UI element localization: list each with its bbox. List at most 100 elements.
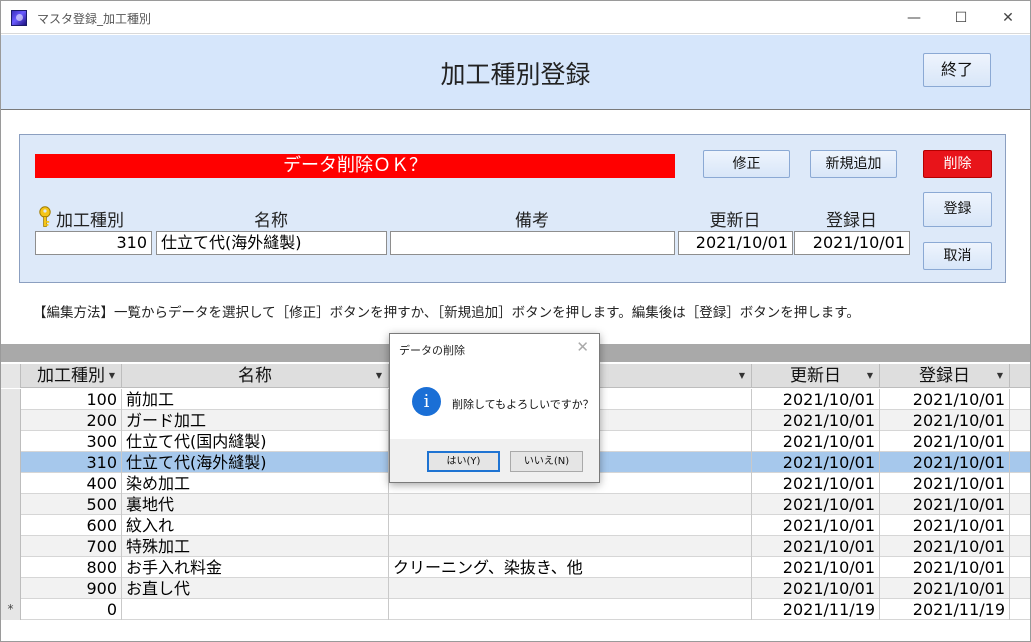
cell-updated[interactable]: 2021/10/01 <box>752 473 880 494</box>
add-new-button[interactable]: 新規追加 <box>810 150 897 178</box>
cell-type[interactable]: 700 <box>21 536 122 557</box>
cell-name[interactable]: 特殊加工 <box>122 536 389 557</box>
cell-updated[interactable]: 2021/10/01 <box>752 536 880 557</box>
row-selector[interactable] <box>1 410 21 431</box>
cell-name[interactable]: お手入れ料金 <box>122 557 389 578</box>
cell-note[interactable] <box>389 578 752 599</box>
cell-name[interactable]: お直し代 <box>122 578 389 599</box>
row-selector[interactable] <box>1 452 21 473</box>
column-header-label: 名称 <box>238 366 272 386</box>
row-selector[interactable] <box>1 515 21 536</box>
cell-registered[interactable]: 2021/10/01 <box>880 578 1010 599</box>
cell-updated[interactable]: 2021/10/01 <box>752 578 880 599</box>
cell-type[interactable]: 800 <box>21 557 122 578</box>
cell-updated[interactable]: 2021/10/01 <box>752 431 880 452</box>
end-button[interactable]: 終了 <box>923 53 991 87</box>
cell-registered[interactable]: 2021/10/01 <box>880 473 1010 494</box>
cell-note[interactable]: クリーニング、染抜き、他 <box>389 557 752 578</box>
cell-registered[interactable]: 2021/10/01 <box>880 536 1010 557</box>
name-field[interactable]: 仕立て代(海外縫製) <box>156 231 387 255</box>
table-row[interactable]: 600 紋入れ 2021/10/01 2021/10/01 <box>1 515 1030 536</box>
table-row[interactable]: * 0 2021/11/19 2021/11/19 <box>1 599 1030 620</box>
delete-button[interactable]: 削除 <box>923 150 992 178</box>
cell-name[interactable] <box>122 599 389 620</box>
cell-updated[interactable]: 2021/10/01 <box>752 515 880 536</box>
no-button[interactable]: いいえ(N) <box>510 451 583 472</box>
row-selector[interactable] <box>1 557 21 578</box>
cell-type[interactable]: 310 <box>21 452 122 473</box>
table-row[interactable]: 500 裏地代 2021/10/01 2021/10/01 <box>1 494 1030 515</box>
registered-field[interactable]: 2021/10/01 <box>794 231 910 255</box>
column-header-updated[interactable]: 更新日 ▼ <box>752 364 880 388</box>
app-icon <box>11 10 27 26</box>
column-header-registered[interactable]: 登録日 ▼ <box>880 364 1010 388</box>
cell-type[interactable]: 300 <box>21 431 122 452</box>
cell-type[interactable]: 900 <box>21 578 122 599</box>
maximize-icon[interactable]: ☐ <box>946 7 976 29</box>
cell-type[interactable]: 100 <box>21 389 122 410</box>
dropdown-arrow-icon[interactable]: ▼ <box>739 364 745 388</box>
cell-updated[interactable]: 2021/10/01 <box>752 410 880 431</box>
cell-note[interactable] <box>389 494 752 515</box>
dialog-footer: はい(Y) いいえ(N) <box>390 439 599 482</box>
note-field[interactable] <box>390 231 675 255</box>
row-selector[interactable] <box>1 389 21 410</box>
row-selector[interactable]: * <box>1 599 21 620</box>
table-row[interactable]: 900 お直し代 2021/10/01 2021/10/01 <box>1 578 1030 599</box>
cell-registered[interactable]: 2021/10/01 <box>880 452 1010 473</box>
close-icon[interactable]: ✕ <box>993 7 1023 29</box>
cell-registered[interactable]: 2021/10/01 <box>880 557 1010 578</box>
cell-registered[interactable]: 2021/10/01 <box>880 389 1010 410</box>
column-header-type[interactable]: 加工種別 ▼ <box>21 364 122 388</box>
yes-button[interactable]: はい(Y) <box>427 451 500 472</box>
cell-note[interactable] <box>389 536 752 557</box>
status-message: データ削除ＯＫ？ <box>35 154 675 178</box>
cell-name[interactable]: 仕立て代(国内縫製) <box>122 431 389 452</box>
dropdown-arrow-icon[interactable]: ▼ <box>376 364 382 388</box>
cell-note[interactable] <box>389 515 752 536</box>
cell-note[interactable] <box>389 599 752 620</box>
register-button[interactable]: 登録 <box>923 192 992 227</box>
cell-updated[interactable]: 2021/10/01 <box>752 389 880 410</box>
dropdown-arrow-icon[interactable]: ▼ <box>867 364 873 388</box>
cell-type[interactable]: 200 <box>21 410 122 431</box>
dropdown-arrow-icon[interactable]: ▼ <box>997 364 1003 388</box>
cell-name[interactable]: 仕立て代(海外縫製) <box>122 452 389 473</box>
cell-updated[interactable]: 2021/10/01 <box>752 557 880 578</box>
help-text: 【編集方法】一覧からデータを選択して［修正］ボタンを押すか、［新規追加］ボタンを… <box>33 305 860 321</box>
cell-type[interactable]: 400 <box>21 473 122 494</box>
minimize-icon[interactable]: — <box>899 7 929 29</box>
type-label: 加工種別 <box>56 211 124 231</box>
cell-registered[interactable]: 2021/10/01 <box>880 515 1010 536</box>
dropdown-arrow-icon[interactable]: ▼ <box>109 364 115 388</box>
cell-name[interactable]: 裏地代 <box>122 494 389 515</box>
row-selector[interactable] <box>1 431 21 452</box>
cell-name[interactable]: ガード加工 <box>122 410 389 431</box>
updated-field[interactable]: 2021/10/01 <box>678 231 793 255</box>
cell-registered[interactable]: 2021/10/01 <box>880 410 1010 431</box>
cell-registered[interactable]: 2021/10/01 <box>880 494 1010 515</box>
cell-updated[interactable]: 2021/11/19 <box>752 599 880 620</box>
row-selector[interactable] <box>1 494 21 515</box>
cell-updated[interactable]: 2021/10/01 <box>752 452 880 473</box>
cell-type[interactable]: 0 <box>21 599 122 620</box>
cell-name[interactable]: 前加工 <box>122 389 389 410</box>
cell-name[interactable]: 染め加工 <box>122 473 389 494</box>
cell-registered[interactable]: 2021/10/01 <box>880 431 1010 452</box>
cancel-button[interactable]: 取消 <box>923 242 992 270</box>
fix-button[interactable]: 修正 <box>703 150 790 178</box>
cell-updated[interactable]: 2021/10/01 <box>752 494 880 515</box>
updated-label: 更新日 <box>709 211 761 231</box>
row-selector[interactable] <box>1 536 21 557</box>
cell-type[interactable]: 600 <box>21 515 122 536</box>
cell-type[interactable]: 500 <box>21 494 122 515</box>
type-field[interactable]: 310 <box>35 231 152 255</box>
table-row[interactable]: 700 特殊加工 2021/10/01 2021/10/01 <box>1 536 1030 557</box>
cell-registered[interactable]: 2021/11/19 <box>880 599 1010 620</box>
row-selector[interactable] <box>1 473 21 494</box>
cell-name[interactable]: 紋入れ <box>122 515 389 536</box>
dialog-close-icon[interactable]: ✕ <box>576 338 589 356</box>
row-selector[interactable] <box>1 578 21 599</box>
column-header-name[interactable]: 名称 ▼ <box>122 364 389 388</box>
table-row[interactable]: 800 お手入れ料金 クリーニング、染抜き、他 2021/10/01 2021/10/0… <box>1 557 1030 578</box>
